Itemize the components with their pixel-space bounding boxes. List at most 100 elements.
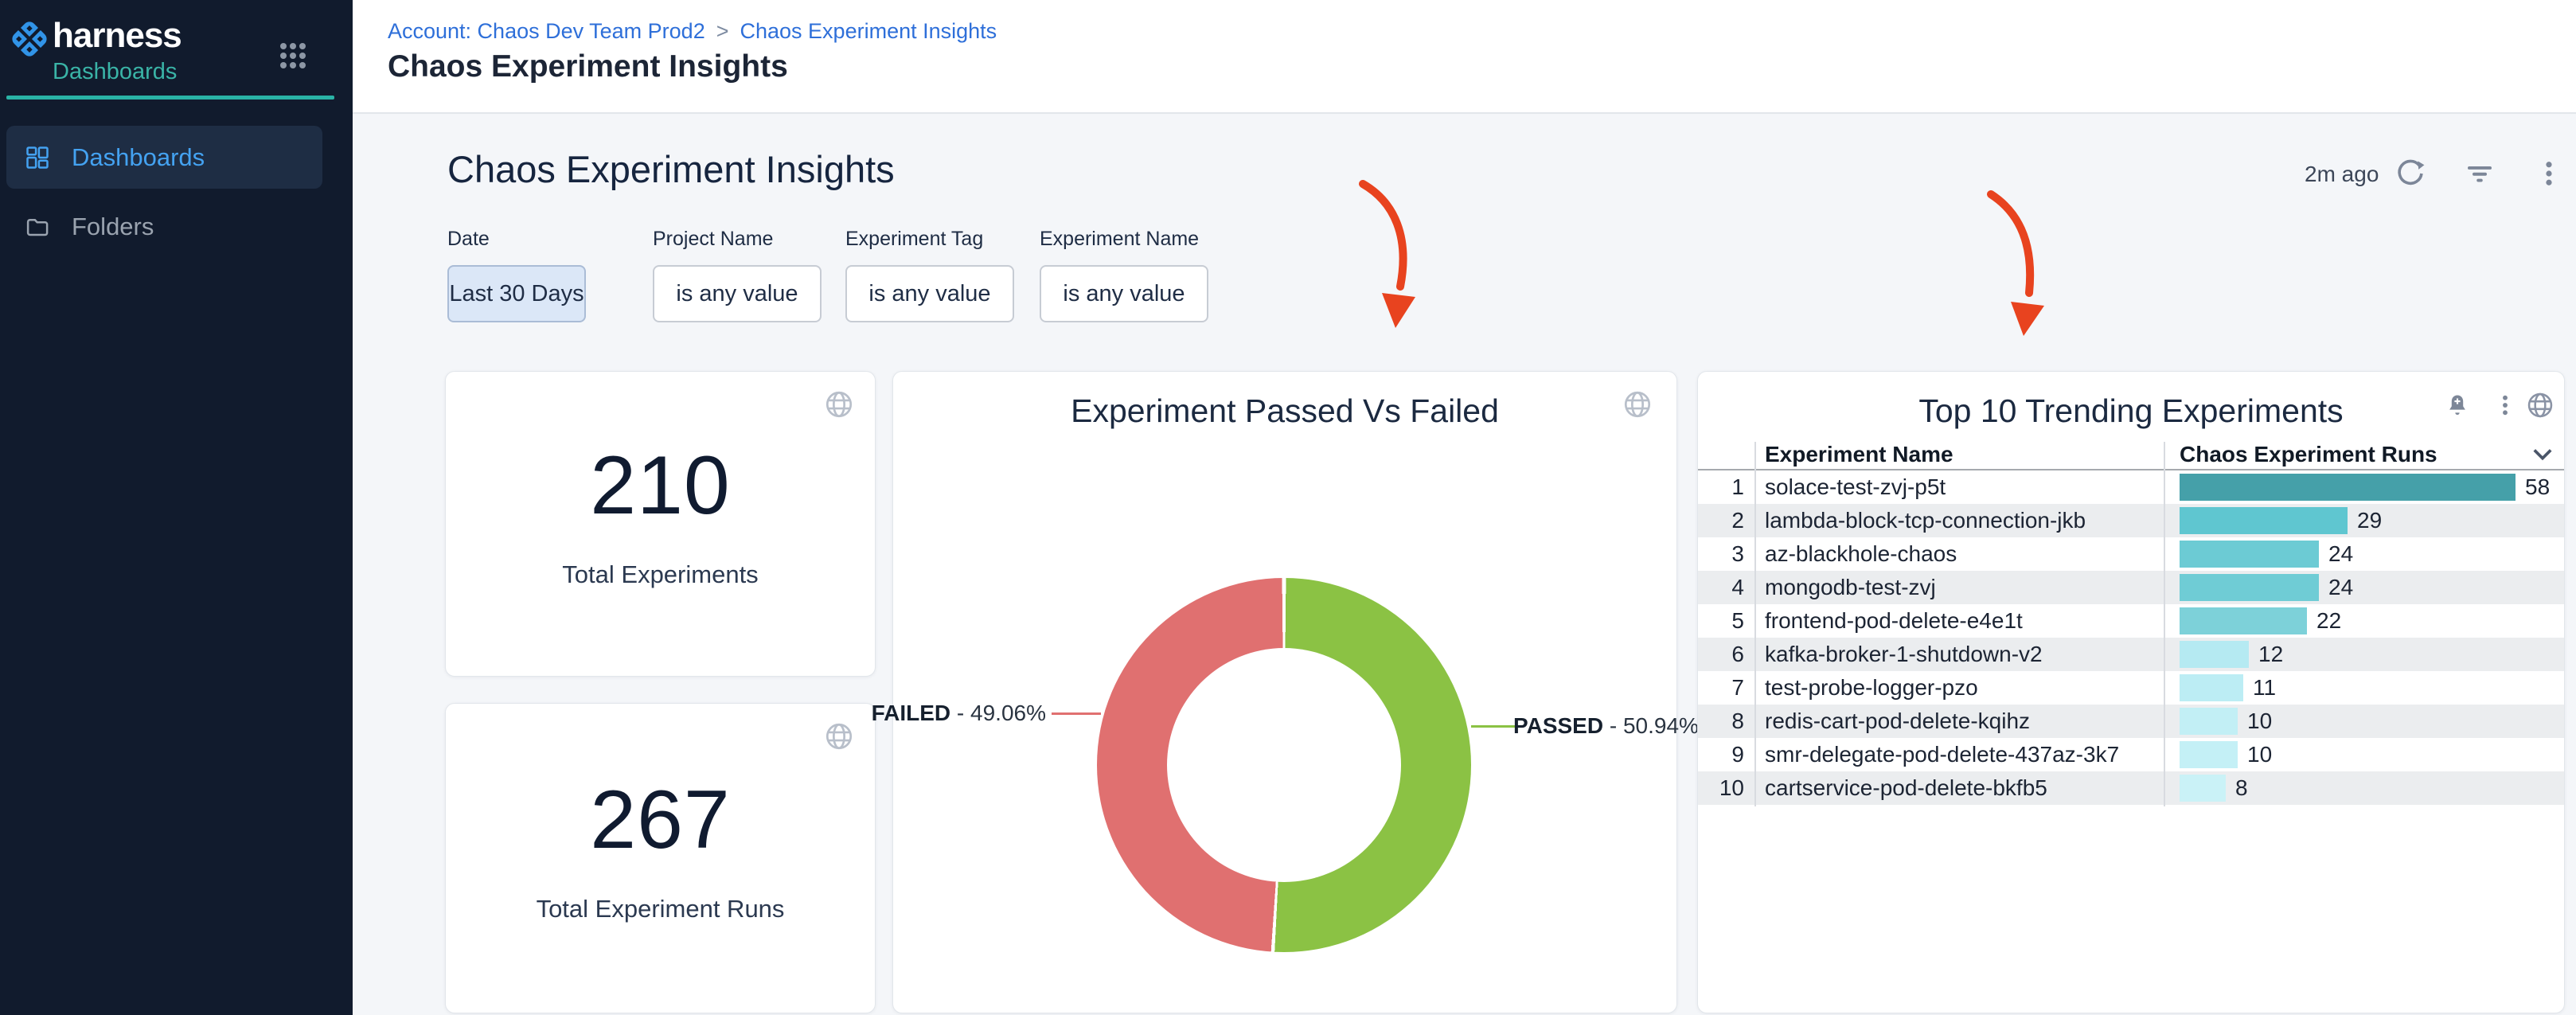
sidebar-item-label: Dashboards [72, 143, 205, 172]
sort-chevron-down-icon[interactable] [2532, 447, 2553, 463]
page-title: Chaos Experiment Insights [388, 49, 788, 84]
runs-bar-cell: 58 [2180, 474, 2558, 501]
runs-bar[interactable] [2180, 641, 2249, 668]
refresh-icon[interactable] [2396, 159, 2425, 188]
project-name-filter-button[interactable]: is any value [653, 265, 822, 322]
runs-bar-cell: 11 [2180, 674, 2558, 701]
table-row[interactable]: 8redis-cart-pod-delete-kqihz10 [1698, 705, 2564, 738]
runs-value: 11 [2253, 675, 2276, 701]
table-row[interactable]: 2 lambda-block-tcp-connection-jkb 29 [1698, 504, 2564, 537]
filter-group-experiment-tag: Experiment Tag is any value [845, 228, 1014, 322]
experiment-name-filter-button[interactable]: is any value [1040, 265, 1208, 322]
table-row[interactable]: 7test-probe-logger-pzo11 [1698, 671, 2564, 705]
experiment-name-cell: lambda-block-tcp-connection-jkb [1765, 508, 2086, 533]
runs-bar-cell: 12 [2180, 641, 2558, 668]
runs-bar[interactable] [2180, 507, 2348, 534]
filter-label: Experiment Tag [845, 228, 1014, 251]
tile-label: Total Experiment Runs [537, 895, 785, 923]
folder-icon [25, 215, 49, 239]
runs-bar[interactable] [2180, 541, 2319, 568]
runs-bar[interactable] [2180, 474, 2516, 501]
experiment-tag-filter-button[interactable]: is any value [845, 265, 1014, 322]
runs-bar-cell: 10 [2180, 741, 2558, 768]
runs-bar[interactable] [2180, 708, 2238, 735]
donut-chart-card: Experiment Passed Vs Failed FAILED - 49.… [892, 371, 1677, 1013]
more-options-icon[interactable] [2535, 159, 2563, 188]
runs-value: 22 [2316, 608, 2341, 634]
sidebar-item-dashboards[interactable]: Dashboards [6, 126, 322, 189]
runs-bar[interactable] [2180, 574, 2319, 601]
bell-plus-icon[interactable] [2445, 392, 2470, 418]
row-rank: 5 [1698, 608, 1744, 634]
sidebar-item-folders[interactable]: Folders [6, 195, 322, 258]
donut-hole [1167, 648, 1401, 882]
table-row[interactable]: 3az-blackhole-chaos24 [1698, 537, 2564, 571]
passed-callout-line [1471, 725, 1517, 728]
annotation-arrow [1363, 184, 1403, 287]
donut-chart[interactable] [1097, 578, 1471, 952]
breadcrumb: Account: Chaos Dev Team Prod2 > Chaos Ex… [388, 19, 997, 44]
runs-value: 8 [2235, 775, 2248, 801]
table-row[interactable]: 4mongodb-test-zvj24 [1698, 571, 2564, 604]
experiment-name-cell: redis-cart-pod-delete-kqihz [1765, 709, 2030, 734]
globe-icon[interactable] [824, 721, 854, 751]
failed-callout-line [1052, 712, 1101, 715]
filter-group-project-name: Project Name is any value [653, 228, 822, 322]
experiment-name-cell: az-blackhole-chaos [1765, 541, 1957, 567]
last-refreshed: 2m ago [2305, 162, 2379, 187]
table-row[interactable]: 6 kafka-broker-1-shutdown-v2 12 [1698, 638, 2564, 671]
brand-underline [6, 96, 334, 100]
brand: harness Dashboards [10, 16, 181, 85]
runs-bar[interactable] [2180, 607, 2307, 634]
filter-icon[interactable] [2465, 159, 2494, 188]
runs-value: 24 [2328, 575, 2353, 600]
breadcrumb-link-dashboard[interactable]: Chaos Experiment Insights [740, 19, 997, 44]
filter-group-date: Date Last 30 Days [447, 228, 586, 322]
tile-value: 267 [590, 773, 731, 868]
runs-bar[interactable] [2180, 674, 2243, 701]
runs-value: 29 [2357, 508, 2382, 533]
runs-bar-cell: 29 [2180, 507, 2558, 534]
experiment-name-cell: smr-delegate-pod-delete-437az-3k7 [1765, 742, 2119, 767]
experiment-name-cell: kafka-broker-1-shutdown-v2 [1765, 642, 2043, 667]
table-row[interactable]: 1solace-test-zvj-p5t58 [1698, 470, 2564, 504]
globe-icon[interactable] [2526, 391, 2555, 420]
gutter-divider [1754, 442, 1756, 806]
passed-slice-label: PASSED - 50.94% [1513, 713, 1699, 739]
experiment-name-cell: cartservice-pod-delete-bkfb5 [1765, 775, 2047, 801]
kebab-menu-icon[interactable] [2492, 392, 2518, 418]
row-rank: 9 [1698, 742, 1744, 767]
globe-icon[interactable] [1622, 389, 1653, 420]
experiment-name-cell: test-probe-logger-pzo [1765, 675, 1978, 701]
apps-grid-icon[interactable] [279, 41, 307, 70]
sidebar-item-label: Folders [72, 213, 154, 241]
table-header-row: Experiment Name Chaos Experiment Runs [1698, 442, 2564, 470]
filter-group-experiment-name: Experiment Name is any value [1040, 228, 1208, 322]
runs-bar-cell: 24 [2180, 574, 2558, 601]
table-row[interactable]: 9 smr-delegate-pod-delete-437az-3k7 10 [1698, 738, 2564, 771]
column-divider [2164, 442, 2165, 806]
table-row[interactable]: 10cartservice-pod-delete-bkfb58 [1698, 771, 2564, 805]
tile-label: Total Experiments [562, 560, 758, 589]
row-rank: 6 [1698, 642, 1744, 667]
globe-icon[interactable] [824, 389, 854, 420]
runs-bar[interactable] [2180, 741, 2238, 768]
experiment-name-cell: mongodb-test-zvj [1765, 575, 1936, 600]
filter-label: Project Name [653, 228, 822, 251]
table-rows: 1solace-test-zvj-p5t58 2 lambda-block-tcp-… [1698, 470, 2564, 805]
runs-bar[interactable] [2180, 775, 2226, 802]
filter-label: Experiment Name [1040, 228, 1208, 251]
breadcrumb-link-account[interactable]: Account: Chaos Dev Team Prod2 [388, 19, 705, 44]
failed-slice-label: FAILED - 49.06% [872, 701, 1046, 726]
harness-logo-icon [10, 19, 49, 59]
runs-bar-cell: 10 [2180, 708, 2558, 735]
date-filter-button[interactable]: Last 30 Days [447, 265, 586, 322]
table-row[interactable]: 5frontend-pod-delete-e4e1t22 [1698, 604, 2564, 638]
runs-bar-cell: 8 [2180, 775, 2558, 802]
topbar: Account: Chaos Dev Team Prod2 > Chaos Ex… [353, 0, 2576, 114]
runs-bar-cell: 22 [2180, 607, 2558, 634]
dashboard-title: Chaos Experiment Insights [447, 147, 895, 191]
column-header-chaos-experiment-runs[interactable]: Chaos Experiment Runs [2180, 442, 2437, 467]
row-rank: 2 [1698, 508, 1744, 533]
breadcrumb-separator: > [716, 19, 729, 44]
